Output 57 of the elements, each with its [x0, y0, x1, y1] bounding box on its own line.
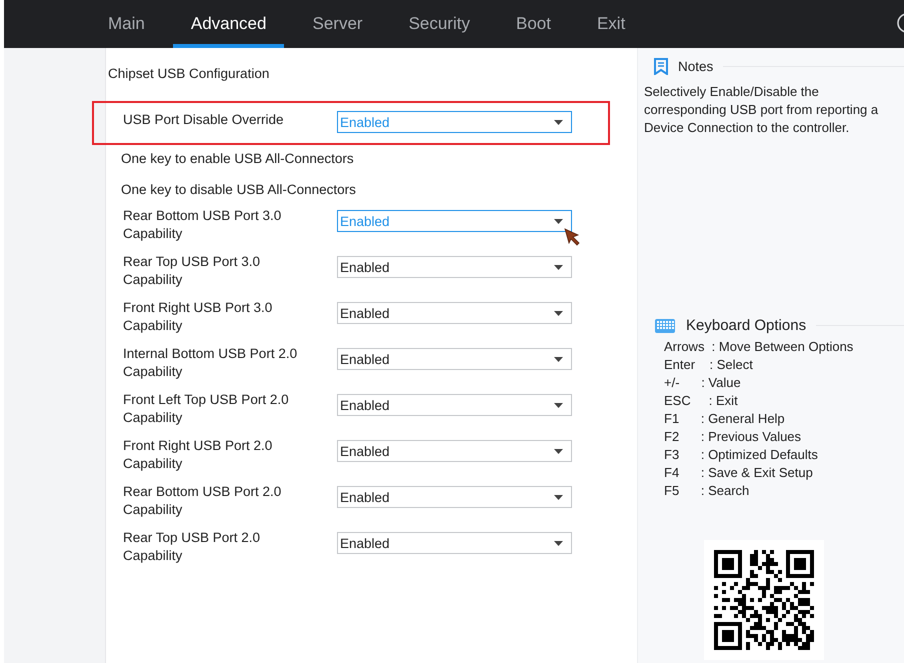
dropdown-arrow-icon	[554, 494, 563, 500]
setting-label: Internal Bottom USB Port 2.0 Capability	[123, 345, 298, 381]
setting-row[interactable]: Internal Bottom USB Port 2.0 Capability Enabled	[92, 345, 610, 391]
setting-row[interactable]: USB Port Disable Override Enabled	[92, 101, 610, 145]
setting-label: Rear Top USB Port 2.0 Capability	[123, 529, 262, 565]
dropdown[interactable]: Enabled	[337, 486, 572, 508]
setting-label: Rear Bottom USB Port 2.0 Capability	[123, 483, 282, 519]
action-item[interactable]: One key to disable USB All-Connectors	[121, 182, 356, 197]
setting-row[interactable]: Front Right USB Port 2.0 Capability Enabled	[92, 437, 610, 483]
mouse-cursor-icon	[564, 228, 582, 246]
dropdown[interactable]: Enabled	[337, 394, 572, 416]
dropdown-arrow-icon	[554, 448, 563, 454]
shortcut-line: Enter : Select	[664, 356, 754, 374]
shortcut-line: F1 : General Help	[664, 410, 786, 428]
setting-row[interactable]: Rear Bottom USB Port 3.0 Capability Enabled	[92, 207, 610, 253]
setting-row[interactable]: Front Left Top USB Port 2.0 Capability Enabled	[92, 391, 610, 437]
setting-label: Rear Top USB Port 3.0 Capability	[123, 253, 262, 289]
dropdown-arrow-icon	[554, 356, 563, 362]
setting-label: Front Right USB Port 2.0 Capability	[123, 437, 274, 473]
dropdown-arrow-icon	[554, 120, 563, 124]
section-heading: Chipset USB Configuration	[107, 66, 270, 81]
notes-icon	[654, 58, 668, 75]
shortcut-line: F2 : Previous Values	[664, 428, 802, 446]
action-item[interactable]: One key to enable USB All-Connectors	[121, 151, 354, 166]
dropdown[interactable]: Enabled	[337, 302, 572, 324]
setting-row[interactable]: Rear Top USB Port 2.0 Capability Enabled	[92, 529, 610, 575]
shortcut-line: F4 : Save & Exit Setup	[664, 464, 814, 482]
dropdown-arrow-icon	[554, 540, 563, 546]
setting-row[interactable]: Rear Top USB Port 3.0 Capability Enabled	[92, 253, 610, 299]
dropdown-arrow-icon	[554, 310, 563, 316]
dropdown[interactable]: Enabled	[337, 532, 572, 554]
shortcut-line: F5 : Search	[664, 482, 750, 500]
menu-tab[interactable]: Security	[390, 0, 488, 48]
shortcut-line: +/- : Value	[664, 374, 742, 392]
setting-label: USB Port Disable Override	[123, 111, 285, 129]
dropdown-arrow-icon	[554, 218, 563, 224]
setting-row[interactable]: Rear Bottom USB Port 2.0 Capability Enabled	[92, 483, 610, 529]
dropdown-arrow-icon	[554, 402, 563, 408]
shortcut-line: Arrows : Move Between Options	[664, 338, 854, 356]
shortcut-line: F3 : Optimized Defaults	[664, 446, 819, 464]
dropdown-arrow-icon	[554, 264, 563, 270]
setting-label: Front Left Top USB Port 2.0 Capability	[123, 391, 290, 427]
menu-tab[interactable]: Exit	[578, 0, 644, 48]
setting-label: Rear Bottom USB Port 3.0 Capability	[123, 207, 282, 243]
menu-tab[interactable]: Main	[90, 0, 163, 48]
notes-title: Notes	[678, 59, 714, 74]
dropdown[interactable]: Enabled	[337, 348, 572, 370]
notes-text: Selectively Enable/Disable the corresponding USB port from reporting a Device Connection to the controller.	[643, 83, 880, 137]
dropdown[interactable]: Enabled	[337, 440, 572, 462]
setting-label: Front Right USB Port 3.0 Capability	[123, 299, 274, 335]
dropdown[interactable]: Enabled	[337, 256, 572, 278]
keyboard-options-title: Keyboard Options	[686, 317, 806, 334]
menu-tab[interactable]: Server	[294, 0, 381, 48]
setting-row[interactable]: Front Right USB Port 3.0 Capability Enabled	[92, 299, 610, 345]
keyboard-icon	[654, 317, 676, 334]
menu-tab[interactable]: Boot	[498, 0, 569, 48]
shortcut-line: ESC : Exit	[664, 392, 739, 410]
